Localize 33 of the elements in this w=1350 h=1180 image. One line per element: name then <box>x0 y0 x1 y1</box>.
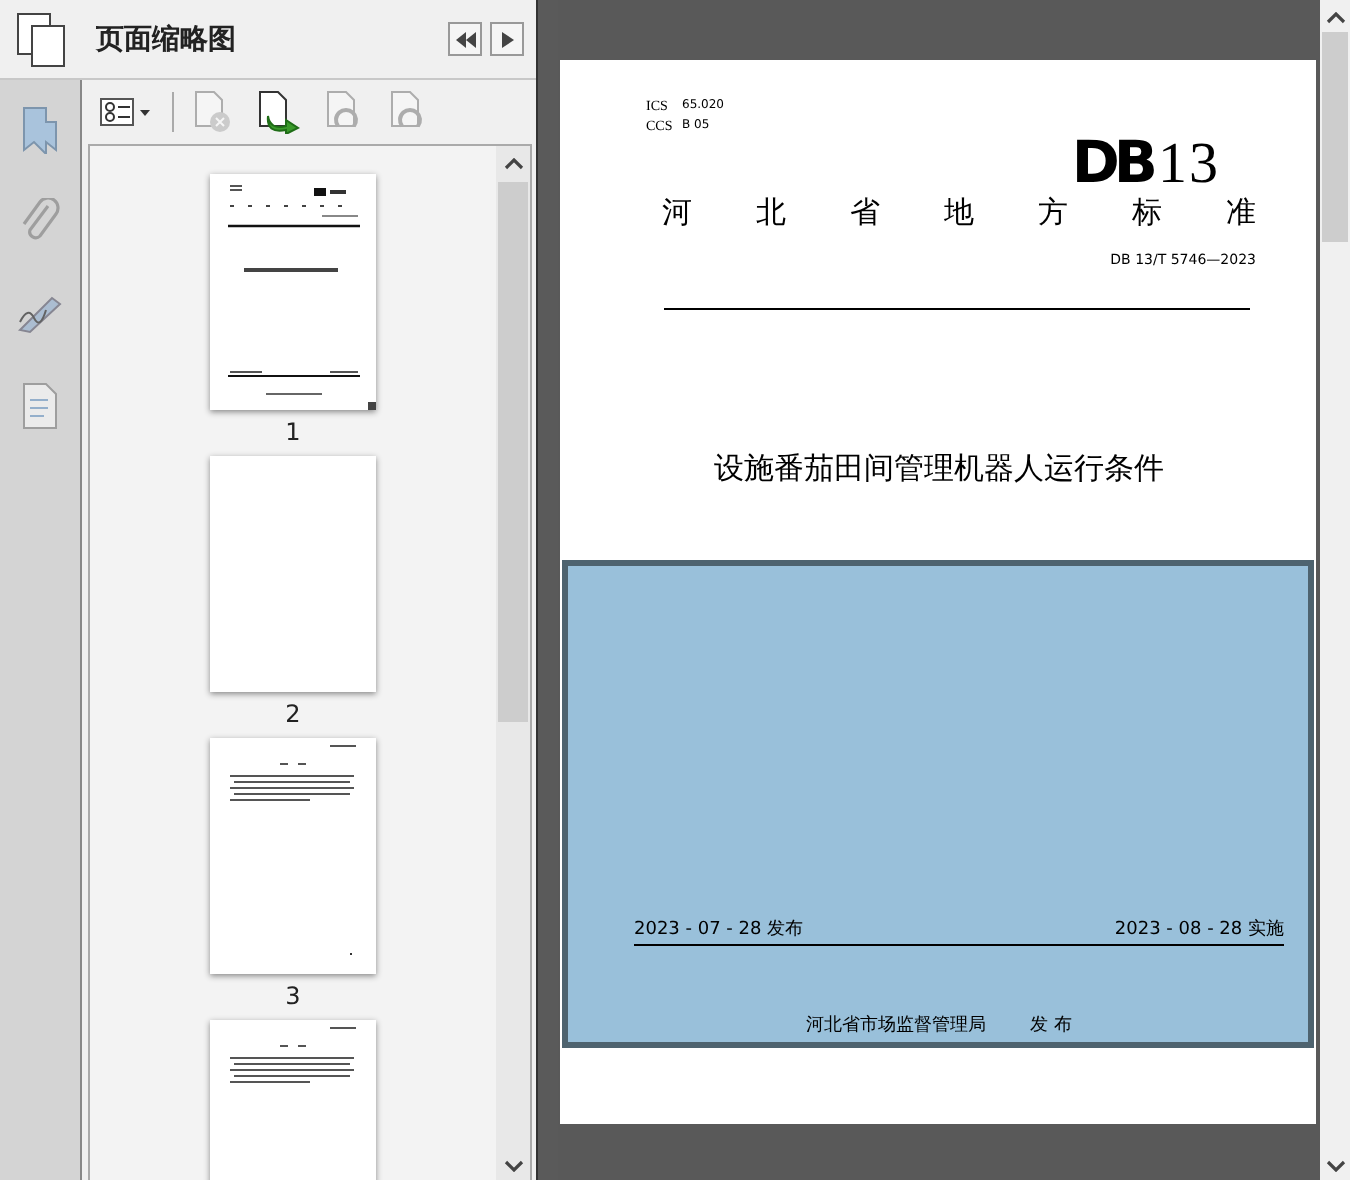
standard-category: 河北省地方标准 <box>662 194 1256 232</box>
right-triangle-icon <box>501 31 513 47</box>
scrollbar-thumb[interactable] <box>498 182 528 722</box>
panel-title: 页面缩略图 <box>96 21 238 57</box>
page-number: 3 <box>285 982 301 1010</box>
effective-date: 2023 - 08 - 28 实施 <box>1114 917 1284 942</box>
issuer-action: 发 布 <box>1030 1013 1072 1038</box>
scroll-up-icon[interactable] <box>1325 12 1345 24</box>
insert-page-icon <box>258 90 302 134</box>
page-thumbnail[interactable] <box>210 738 376 974</box>
issue-date: 2023 - 07 - 28 发布 <box>634 917 804 942</box>
page-thumbnail[interactable] <box>210 174 376 410</box>
document-title: 设施番茄田间管理机器人运行条件 <box>712 450 1166 488</box>
bookmark-icon <box>22 106 58 154</box>
collapse-button[interactable] <box>448 22 482 56</box>
scroll-down-icon[interactable] <box>503 1160 523 1172</box>
pages-icon <box>16 11 68 67</box>
page-number: 1 <box>285 418 301 446</box>
options-button[interactable] <box>96 94 156 130</box>
page-thumbnail[interactable] <box>210 456 376 692</box>
double-left-icon <box>455 31 475 47</box>
list-options-icon <box>100 98 152 126</box>
pen-icon <box>16 294 64 334</box>
document-icon <box>22 382 58 430</box>
scroll-up-icon[interactable] <box>503 158 523 170</box>
paperclip-icon <box>20 198 60 246</box>
page-number: 2 <box>285 700 301 728</box>
standard-logo: DB13 <box>1071 136 1220 190</box>
expand-button[interactable] <box>490 22 524 56</box>
issuer-name: 河北省市场监督管理局 <box>806 1013 987 1038</box>
scrollbar-thumb[interactable] <box>1322 32 1348 242</box>
scroll-down-icon[interactable] <box>1325 1160 1345 1172</box>
delete-page-icon <box>194 90 234 134</box>
